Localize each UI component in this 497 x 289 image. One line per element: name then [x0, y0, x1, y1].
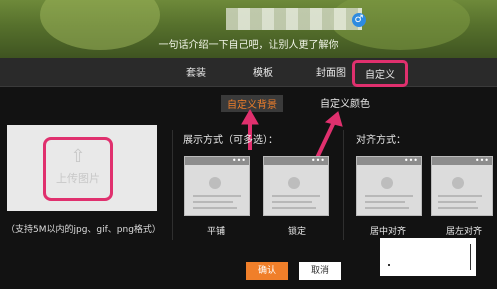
display-lock-thumbnail[interactable]: ••• [263, 156, 329, 216]
display-tile-thumbnail[interactable]: ••• [184, 156, 250, 216]
upload-label: 上传图片 [56, 172, 100, 185]
align-left-thumbnail[interactable]: ••• [431, 156, 493, 216]
section-divider [172, 130, 173, 240]
annotation-arrow-shaft [314, 121, 336, 161]
overlay-box [380, 238, 476, 276]
display-mode-label: 展示方式（可多选）： [183, 135, 278, 146]
annotation-arrow-head [324, 111, 343, 127]
cancel-button[interactable]: 取消 [299, 262, 341, 280]
text-cursor [470, 244, 471, 270]
align-center-thumbnail[interactable]: ••• [356, 156, 422, 216]
upload-format-note: （支持5M以内的jpg、gif、png格式） [6, 225, 161, 235]
annotation-arrow-head [241, 108, 259, 125]
alignment-label: 对齐方式： [356, 135, 406, 146]
section-divider [343, 130, 344, 240]
overlay-dot [388, 264, 390, 266]
upload-icon: ⇧ [70, 146, 86, 167]
display-tile-label: 平铺 [207, 227, 226, 237]
upload-image-button[interactable]: ⇧ 上传图片 [43, 137, 113, 201]
display-lock-label: 锁定 [288, 227, 307, 237]
confirm-button[interactable]: 确认 [246, 262, 288, 280]
align-center-label: 居中对齐 [370, 227, 407, 237]
align-left-label: 居左对齐 [446, 227, 483, 237]
